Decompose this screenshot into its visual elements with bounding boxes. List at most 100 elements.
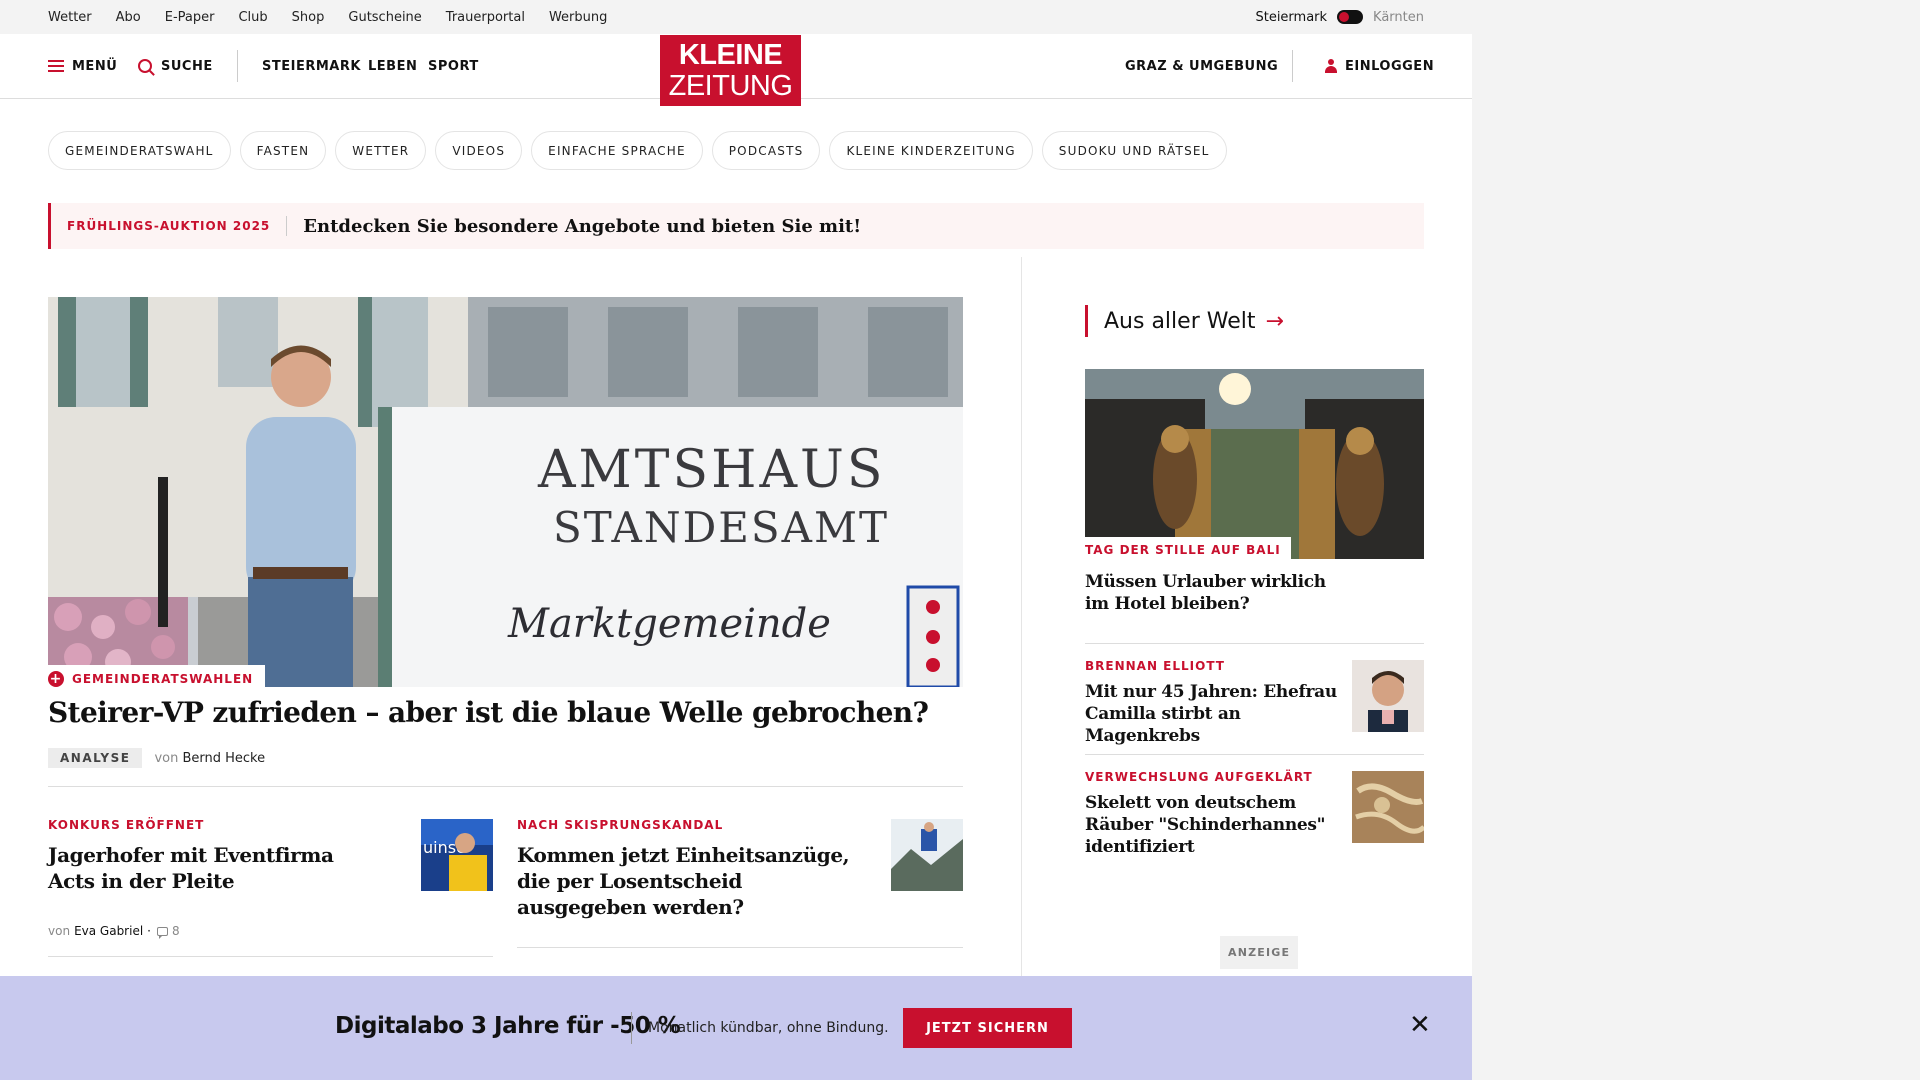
- pill-videos[interactable]: VIDEOS: [435, 131, 523, 170]
- region-steiermark[interactable]: Steiermark: [1255, 10, 1327, 25]
- nav-leben[interactable]: LEBEN: [368, 34, 417, 98]
- util-link-club[interactable]: Club: [238, 10, 267, 25]
- util-link-wetter[interactable]: Wetter: [48, 10, 92, 25]
- comment-count[interactable]: 8: [172, 924, 180, 938]
- main-header: MENÜ SUCHE STEIERMARK LEBEN SPORT KLEINE…: [0, 34, 1472, 106]
- utility-links: Wetter Abo E-Paper Club Shop Gutscheine …: [48, 0, 631, 34]
- meta-dot: ·: [147, 924, 151, 938]
- sidebar-thumbnail[interactable]: [1352, 771, 1424, 843]
- pill-gemeinderatswahl[interactable]: GEMEINDERATSWAHL: [48, 131, 231, 170]
- divider: [48, 786, 963, 787]
- login-button[interactable]: EINLOGGEN: [1325, 34, 1434, 98]
- kleine-zeitung-logo[interactable]: KLEINE ZEITUNG: [660, 35, 801, 106]
- user-icon: [1325, 59, 1337, 73]
- util-link-gutscheine[interactable]: Gutscheine: [348, 10, 421, 25]
- column-divider: [1021, 257, 1022, 977]
- sidebar-item-title[interactable]: Mit nur 45 Jahren: Ehefrau Camilla stirb…: [1085, 681, 1355, 747]
- analyse-badge: ANALYSE: [48, 748, 143, 768]
- region-switch: Steiermark Kärnten: [1255, 0, 1424, 34]
- hero-author[interactable]: Bernd Hecke: [182, 751, 265, 766]
- offer-subtitle: Monatlich kündbar, ohne Bindung.: [648, 1020, 889, 1036]
- hero-headline[interactable]: Steirer-VP zufrieden – aber ist die blau…: [48, 696, 963, 729]
- sidebar-title-line2: im Hotel bleiben?: [1085, 594, 1250, 614]
- search-icon: [138, 59, 152, 73]
- divider: [1085, 754, 1424, 755]
- hero-image-sign-line1: AMTSHAUS: [537, 440, 885, 500]
- offer-cta-button[interactable]: JETZT SICHERN: [903, 1008, 1072, 1048]
- pill-fasten[interactable]: FASTEN: [239, 131, 327, 170]
- close-icon[interactable]: ✕: [1409, 1012, 1431, 1038]
- pill-sudoku[interactable]: SUDOKU UND RÄTSEL: [1041, 131, 1227, 170]
- region-kaernten[interactable]: Kärnten: [1373, 10, 1424, 25]
- plus-icon: +: [48, 671, 64, 687]
- ad-label: ANZEIGE: [1220, 936, 1299, 969]
- teaser-meta: von Eva Gabriel · 8: [48, 924, 180, 939]
- search-label: SUCHE: [161, 58, 213, 74]
- teaser-title: Kommen jetzt Einheitsanzüge, die per Los…: [517, 842, 867, 920]
- util-link-abo[interactable]: Abo: [116, 10, 141, 25]
- teaser-title-line3: ausgegeben werden?: [517, 895, 744, 919]
- sidebar-title-line2: Räuber "Schinderhannes": [1085, 815, 1326, 835]
- arrow-right-icon: →: [1265, 308, 1284, 334]
- sidebar-title-line1: Müssen Urlauber wirklich: [1085, 572, 1326, 592]
- sidebar-lead-title[interactable]: Müssen Urlauber wirklich im Hotel bleibe…: [1085, 571, 1335, 615]
- hero-kicker-label: GEMEINDERATSWAHLEN: [72, 672, 254, 686]
- teaser-by: von: [48, 924, 71, 938]
- nav-sport[interactable]: SPORT: [428, 34, 479, 98]
- hero-image-sign-line3: Marktgemeinde: [507, 601, 831, 647]
- comment-icon: [157, 926, 168, 939]
- hamburger-icon: [48, 60, 64, 72]
- menu-button[interactable]: MENÜ: [48, 34, 117, 98]
- teaser-author[interactable]: Eva Gabriel: [74, 924, 143, 938]
- logo-line2: ZEITUNG: [668, 69, 793, 102]
- logo-line1: KLEINE: [678, 38, 783, 71]
- hero-by: von: [154, 750, 179, 766]
- section-heading-label: Aus aller Welt: [1104, 308, 1256, 334]
- subscription-overlay: Digitalabo 3 Jahre für -50 % Monatlich k…: [0, 976, 1472, 1080]
- pill-kinderzeitung[interactable]: KLEINE KINDERZEITUNG: [829, 131, 1033, 170]
- sidebar-title-line2: Camilla stirbt an Magenkrebs: [1085, 704, 1241, 746]
- promo-banner[interactable]: FRÜHLINGS-AUKTION 2025 Entdecken Sie bes…: [48, 203, 1424, 249]
- sidebar-title-line3: identifiziert: [1085, 837, 1195, 857]
- nav-graz-umgebung[interactable]: GRAZ & UMGEBUNG: [1125, 34, 1278, 98]
- sidebar-item-kicker: VERWECHSLUNG AUFGEKLÄRT: [1085, 770, 1313, 784]
- teaser-title-line2: die per Losentscheid: [517, 869, 742, 893]
- nav-steiermark[interactable]: STEIERMARK: [262, 34, 361, 98]
- header-divider-right: [1292, 50, 1293, 82]
- utility-bar: Wetter Abo E-Paper Club Shop Gutscheine …: [0, 0, 1472, 34]
- teaser-kicker: NACH SKISPRUNGSKANDAL: [517, 818, 724, 832]
- promo-kicker: FRÜHLINGS-AUKTION 2025: [51, 216, 288, 236]
- pill-wetter[interactable]: WETTER: [335, 131, 427, 170]
- login-label: EINLOGGEN: [1345, 58, 1435, 74]
- hero-image[interactable]: AMTSHAUS STANDESAMT Marktgemeinde: [48, 297, 963, 687]
- sidebar-lead-image[interactable]: [1085, 369, 1424, 559]
- util-link-trauerportal[interactable]: Trauerportal: [446, 10, 525, 25]
- util-link-shop[interactable]: Shop: [292, 10, 325, 25]
- topic-pills: GEMEINDERATSWAHL FASTEN WETTER VIDEOS EI…: [48, 131, 1227, 170]
- search-button[interactable]: SUCHE: [138, 34, 213, 98]
- section-heading-aus-aller-welt[interactable]: Aus aller Welt →: [1085, 305, 1284, 337]
- util-link-werbung[interactable]: Werbung: [549, 10, 607, 25]
- teaser-kicker: KONKURS ERÖFFNET: [48, 818, 205, 832]
- teaser-title-line2: Acts in der Pleite: [48, 869, 235, 893]
- pill-einfache-sprache[interactable]: EINFACHE SPRACHE: [531, 131, 703, 170]
- teaser-thumbnail[interactable]: [891, 819, 963, 891]
- outside-page-area: [1472, 0, 1920, 1080]
- teaser-skisprung[interactable]: NACH SKISPRUNGSKANDAL Kommen jetzt Einhe…: [517, 818, 867, 920]
- teaser-jagerhofer[interactable]: KONKURS ERÖFFNET Jagerhofer mit Eventfir…: [48, 818, 378, 894]
- sidebar-item-title[interactable]: Skelett von deutschem Räuber "Schinderha…: [1085, 792, 1345, 858]
- offer-divider: [631, 1012, 632, 1044]
- header-divider: [237, 50, 238, 82]
- teaser-thumbnail[interactable]: uinse: [421, 819, 493, 891]
- teaser-title-line1: Jagerhofer mit Eventfirma: [48, 843, 334, 867]
- promo-text: Entdecken Sie besondere Angebote und bie…: [303, 215, 862, 237]
- pill-podcasts[interactable]: PODCASTS: [711, 131, 821, 170]
- hero-kicker[interactable]: + GEMEINDERATSWAHLEN: [48, 665, 266, 691]
- hero-image-sign-line2: STANDESAMT: [553, 503, 889, 552]
- util-link-epaper[interactable]: E-Paper: [165, 10, 215, 25]
- sidebar-title-line1: Mit nur 45 Jahren: Ehefrau: [1085, 682, 1337, 702]
- sidebar-lead-kicker[interactable]: TAG DER STILLE AUF BALI: [1085, 537, 1291, 561]
- region-toggle[interactable]: [1337, 10, 1364, 24]
- page: Wetter Abo E-Paper Club Shop Gutscheine …: [0, 0, 1472, 1080]
- sidebar-thumbnail[interactable]: [1352, 660, 1424, 732]
